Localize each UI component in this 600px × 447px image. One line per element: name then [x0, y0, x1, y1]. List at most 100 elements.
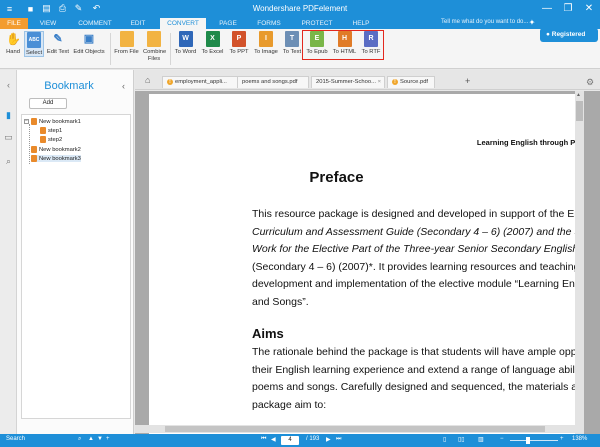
- to-image-button[interactable]: I To Image: [252, 31, 280, 55]
- preface-paragraph: This resource package is designed and de…: [252, 206, 584, 311]
- chevron-left-icon[interactable]: ‹: [122, 81, 125, 91]
- add-icon[interactable]: +: [106, 436, 110, 442]
- text-line: poems and songs. Carefully designed and …: [252, 381, 584, 393]
- next-page-icon[interactable]: ▶: [326, 436, 331, 443]
- close-tab-icon[interactable]: ×: [378, 77, 381, 88]
- tab-protect[interactable]: PROTECT: [297, 18, 337, 29]
- new-tab-button[interactable]: +: [465, 76, 470, 86]
- collapse-icon[interactable]: −: [24, 119, 29, 124]
- from-file-button[interactable]: From File: [113, 31, 140, 55]
- search-status[interactable]: Search: [6, 436, 25, 442]
- text-line: package aim to:: [252, 398, 327, 411]
- lightbulb-icon: ✦: [528, 18, 536, 27]
- doc-tab-label: Source.pdf: [400, 79, 429, 85]
- zoom-slider[interactable]: [510, 440, 558, 441]
- to-word-button[interactable]: W To Word: [173, 31, 198, 55]
- highlight-box: [302, 30, 384, 60]
- zoom-search-icon[interactable]: ⌕: [78, 436, 81, 443]
- left-rail: ‹ ▮ ▭ ⌕: [0, 70, 17, 434]
- last-page-icon[interactable]: ⏭: [336, 436, 341, 443]
- tell-me-search[interactable]: Tell me what do you want to do...: [441, 19, 528, 25]
- arrow-down-icon[interactable]: ▼: [97, 436, 103, 442]
- pdf-page[interactable]: Learning English through Poe Preface Thi…: [149, 94, 584, 434]
- to-excel-button[interactable]: X To Excel: [199, 31, 226, 55]
- folder-icon: [119, 31, 134, 47]
- running-header: Learning English through Poe: [476, 138, 584, 147]
- registered-label: Registered: [551, 31, 586, 38]
- tab-page[interactable]: PAGE: [214, 18, 242, 29]
- vertical-scrollbar[interactable]: ▲: [575, 91, 584, 434]
- edit-objects-button[interactable]: ▣ Edit Objects: [72, 31, 106, 55]
- bookmark-label: step2: [48, 136, 63, 143]
- previous-page-icon[interactable]: ◀: [271, 436, 276, 443]
- edit-text-label: Edit Text: [46, 49, 70, 55]
- zoom-out-icon[interactable]: −: [500, 436, 504, 442]
- bookmark-icon[interactable]: ▮: [3, 110, 14, 121]
- ribbon-convert: ✋ Hand ABC Select ✎ Edit Text ▣ Edit Obj…: [0, 29, 600, 69]
- tab-forms[interactable]: FORMS: [252, 18, 286, 29]
- horizontal-scroll-thumb[interactable]: [165, 426, 545, 432]
- to-text-button[interactable]: T To Text: [281, 31, 303, 55]
- gear-icon[interactable]: ⚙: [586, 77, 594, 88]
- text-file-icon: T: [285, 31, 299, 47]
- restore-button[interactable]: ❐: [558, 1, 578, 16]
- to-ppt-button[interactable]: P To PPT: [227, 31, 251, 55]
- tab-help[interactable]: HELP: [348, 18, 374, 29]
- arrow-up-icon[interactable]: ▲: [88, 436, 94, 442]
- document-viewport[interactable]: Learning English through Poe Preface Thi…: [135, 91, 600, 434]
- page-heading: Preface: [309, 169, 364, 186]
- collapse-panel-icon[interactable]: ‹: [3, 80, 14, 91]
- add-bookmark-button[interactable]: Add: [29, 98, 67, 109]
- single-page-icon[interactable]: ▯: [443, 436, 446, 443]
- text-line: The rationale behind the package is that…: [252, 346, 584, 358]
- scroll-up-icon[interactable]: ▲: [576, 92, 581, 98]
- edit-text-button[interactable]: ✎ Edit Text: [46, 31, 70, 55]
- home-icon[interactable]: ⌂: [145, 75, 150, 85]
- bookmark-item-1[interactable]: − New bookmark1: [24, 118, 81, 125]
- bookmark-panel: Bookmark ‹ Add − New bookmark1 step1 ste…: [17, 70, 134, 434]
- warning-icon: !: [392, 79, 398, 85]
- registered-badge[interactable]: ● Registered: [540, 28, 598, 42]
- first-page-icon[interactable]: ⏮: [261, 436, 266, 443]
- bookmark-item-step2[interactable]: step2: [40, 136, 62, 143]
- zoom-slider-handle[interactable]: [526, 437, 530, 444]
- bookmark-label: New bookmark1: [39, 118, 81, 125]
- combine-files-label: Combine Files: [143, 49, 167, 62]
- tab-edit[interactable]: EDIT: [124, 18, 152, 29]
- zoom-in-icon[interactable]: +: [560, 436, 564, 442]
- bookmark-label: New bookmark3: [39, 155, 81, 162]
- hand-label: Hand: [6, 49, 20, 55]
- tab-file[interactable]: FILE: [0, 18, 28, 29]
- close-button[interactable]: ✕: [579, 1, 599, 16]
- select-icon: ABC: [27, 32, 41, 48]
- text-line: development and implementation of the el…: [252, 278, 584, 290]
- hand-tool-button[interactable]: ✋ Hand: [2, 31, 24, 55]
- search-icon[interactable]: ⌕: [3, 156, 14, 167]
- comment-icon[interactable]: ▭: [3, 132, 14, 143]
- tab-view[interactable]: VIEW: [35, 18, 61, 29]
- bookmark-item-step1[interactable]: step1: [40, 127, 62, 134]
- continuous-icon[interactable]: ▥: [478, 436, 484, 443]
- tab-convert[interactable]: CONVERT: [160, 18, 206, 29]
- doc-tab-poems[interactable]: poems and songs.pdf: [237, 76, 309, 88]
- text-line: This resource package is designed and de…: [252, 208, 584, 220]
- page-number-input[interactable]: 4: [281, 436, 299, 445]
- two-page-icon[interactable]: ▯▯: [458, 436, 465, 443]
- to-ppt-label: To PPT: [229, 49, 249, 55]
- doc-tab-label: employment_appli...: [175, 79, 227, 85]
- doc-tab-source[interactable]: ! Source.pdf: [387, 76, 435, 88]
- zoom-level[interactable]: 138%: [572, 436, 587, 442]
- combine-files-button[interactable]: Combine Files: [141, 31, 167, 63]
- to-word-label: To Word: [174, 49, 197, 55]
- image-icon: I: [259, 31, 273, 47]
- bookmark-item-3[interactable]: New bookmark3: [31, 155, 81, 162]
- tab-comment[interactable]: COMMENT: [74, 18, 116, 29]
- horizontal-scrollbar[interactable]: [135, 425, 575, 433]
- minimize-button[interactable]: —: [537, 1, 557, 16]
- select-tool-button[interactable]: ABC Select: [24, 31, 44, 57]
- doc-tab-summer-school[interactable]: 2015-Summer-Schoo... ×: [311, 76, 385, 88]
- user-icon: ●: [546, 31, 550, 38]
- bookmark-label: New bookmark2: [39, 146, 81, 153]
- scroll-thumb[interactable]: [576, 101, 583, 121]
- bookmark-item-2[interactable]: New bookmark2: [31, 146, 81, 153]
